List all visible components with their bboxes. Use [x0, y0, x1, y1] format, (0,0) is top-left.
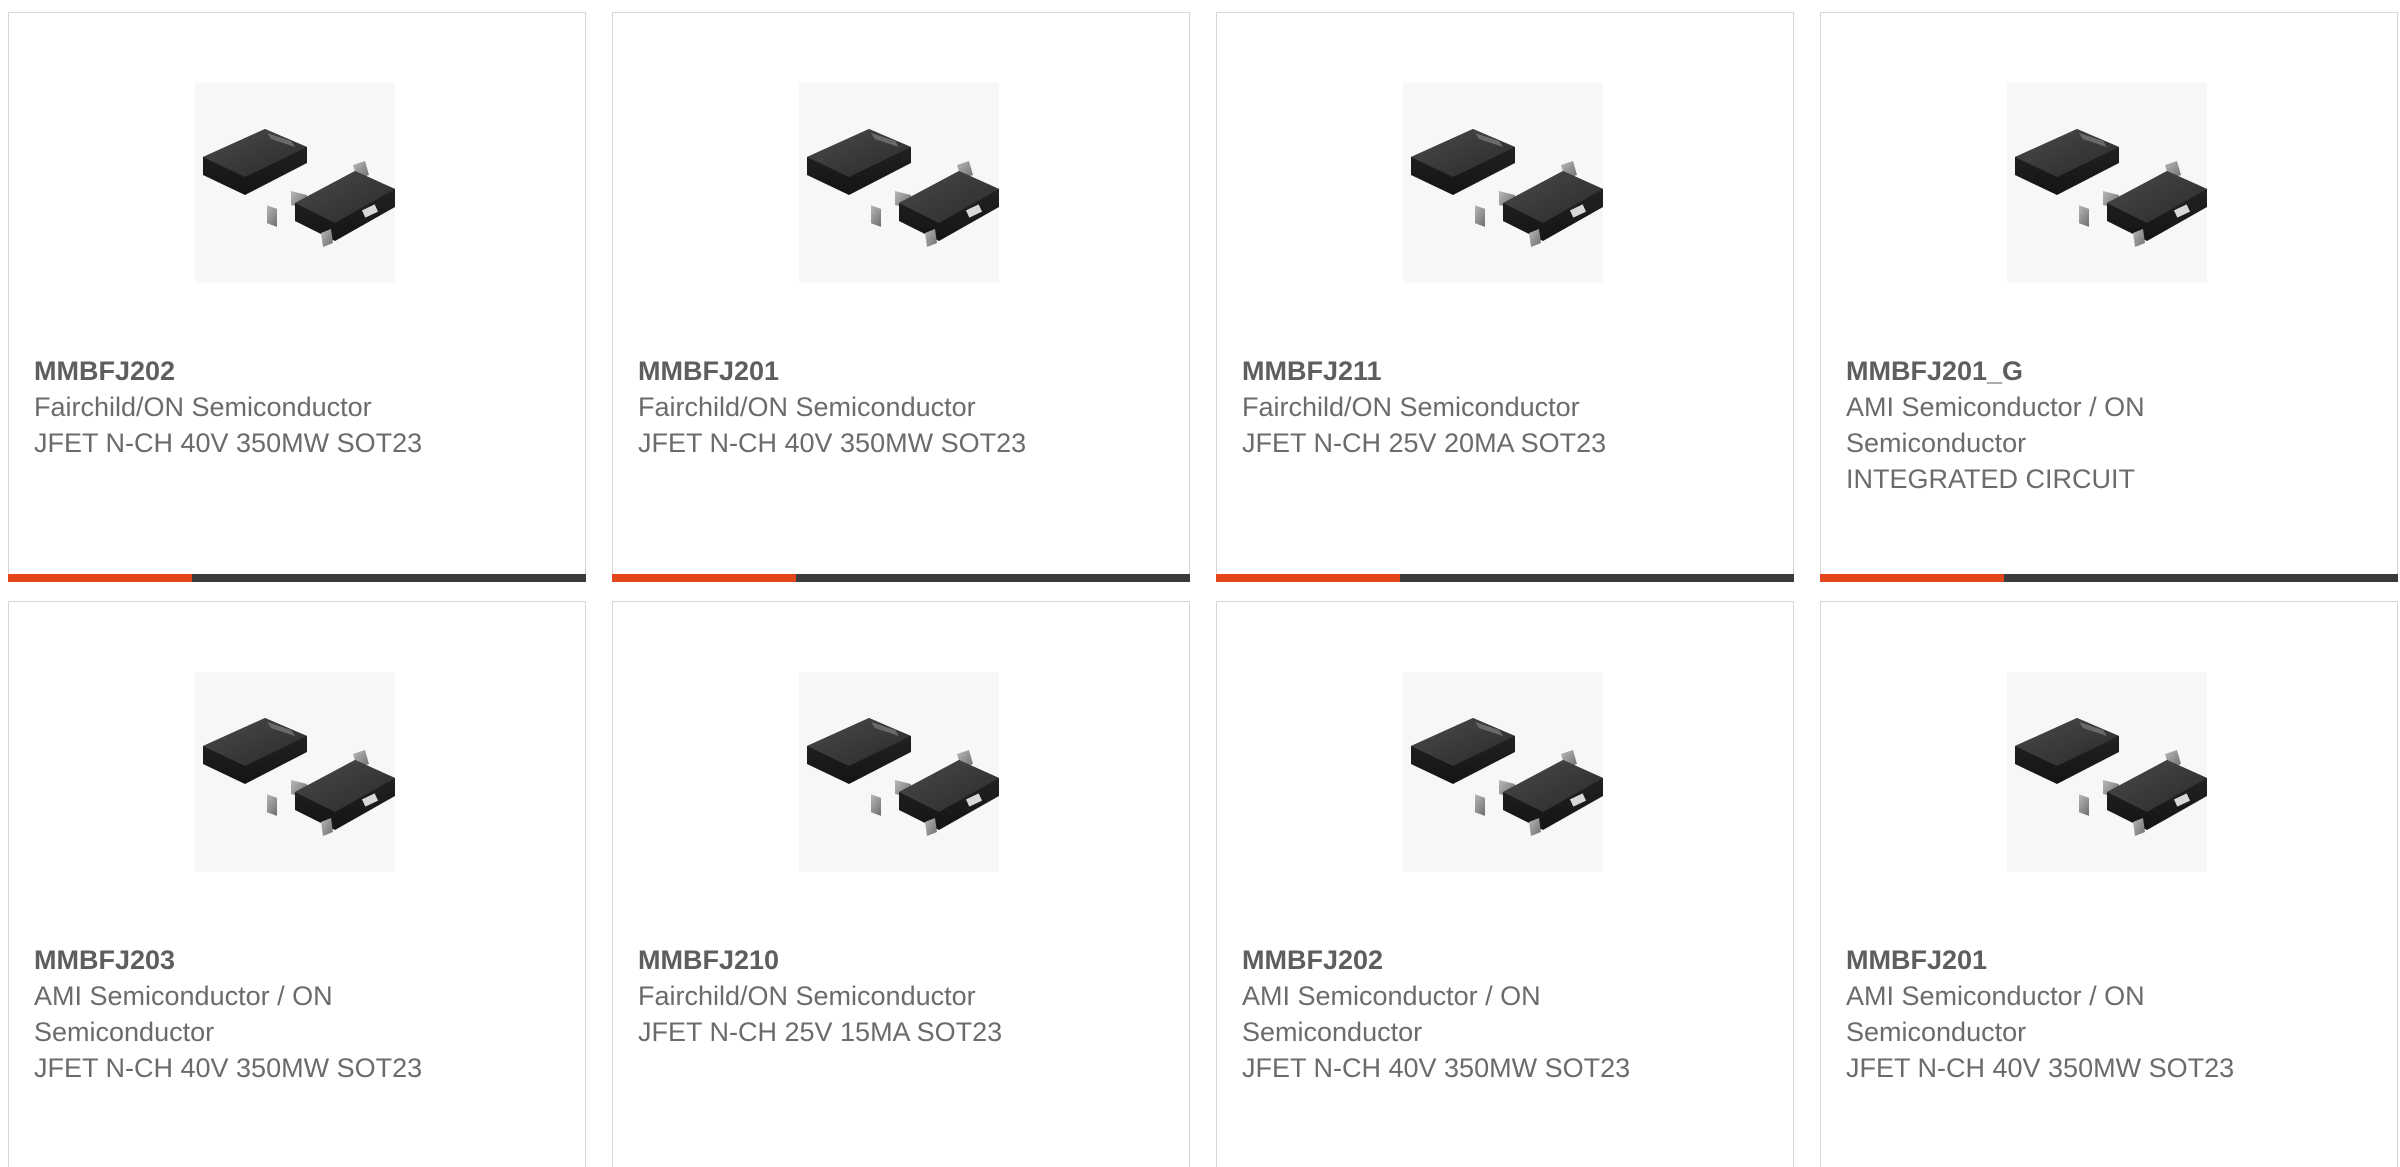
sot23-package-icon-graphic: [807, 129, 999, 247]
product-card[interactable]: MMBFJ203 AMI Semiconductor / ON Semicond…: [8, 601, 586, 1167]
product-card[interactable]: MMBFJ201_G AMI Semiconductor / ON Semico…: [1820, 12, 2398, 582]
sot23-package-icon-graphic: [2015, 129, 2207, 247]
card-accent-bar: [1820, 574, 2004, 582]
sot23-package-icon-graphic: [203, 129, 395, 247]
description: JFET N-CH 40V 350MW SOT23: [1242, 1053, 1631, 1083]
product-info: MMBFJ203 AMI Semiconductor / ON Semicond…: [34, 942, 454, 1086]
card-bottom-bar: [8, 574, 586, 582]
manufacturer: Fairchild/ON Semiconductor: [638, 392, 976, 422]
sot23-package-icon: [2007, 672, 2207, 872]
manufacturer: Fairchild/ON Semiconductor: [1242, 392, 1580, 422]
part-number[interactable]: MMBFJ202: [34, 353, 454, 389]
sot23-package-icon-graphic: [2015, 718, 2207, 836]
manufacturer: Fairchild/ON Semiconductor: [34, 392, 372, 422]
product-info: MMBFJ201 Fairchild/ON Semiconductor JFET…: [638, 353, 1058, 461]
description: INTEGRATED CIRCUIT: [1846, 464, 2135, 494]
part-number[interactable]: MMBFJ201: [638, 353, 1058, 389]
sot23-package-icon-graphic: [1411, 129, 1603, 247]
card-accent-bar: [8, 574, 192, 582]
sot23-package-icon-graphic: [203, 718, 395, 836]
card-accent-bar: [612, 574, 796, 582]
part-number[interactable]: MMBFJ202: [1242, 942, 1662, 978]
product-card[interactable]: MMBFJ210 Fairchild/ON Semiconductor JFET…: [612, 601, 1190, 1167]
product-card[interactable]: MMBFJ201 AMI Semiconductor / ON Semicond…: [1820, 601, 2398, 1167]
manufacturer: AMI Semiconductor / ON Semiconductor: [1242, 981, 1541, 1047]
manufacturer: AMI Semiconductor / ON Semiconductor: [1846, 981, 2145, 1047]
sot23-package-icon-graphic: [1411, 718, 1603, 836]
product-card[interactable]: MMBFJ202 AMI Semiconductor / ON Semicond…: [1216, 601, 1794, 1167]
manufacturer: AMI Semiconductor / ON Semiconductor: [34, 981, 333, 1047]
product-info: MMBFJ202 Fairchild/ON Semiconductor JFET…: [34, 353, 454, 461]
sot23-package-icon: [1403, 672, 1603, 872]
manufacturer: Fairchild/ON Semiconductor: [638, 981, 976, 1011]
description: JFET N-CH 40V 350MW SOT23: [34, 428, 423, 458]
part-number[interactable]: MMBFJ210: [638, 942, 1058, 978]
part-number[interactable]: MMBFJ201_G: [1846, 353, 2266, 389]
product-card[interactable]: MMBFJ202 Fairchild/ON Semiconductor JFET…: [8, 12, 586, 582]
sot23-package-icon: [1403, 83, 1603, 283]
product-info: MMBFJ201_G AMI Semiconductor / ON Semico…: [1846, 353, 2266, 497]
description: JFET N-CH 40V 350MW SOT23: [1846, 1053, 2235, 1083]
part-number[interactable]: MMBFJ203: [34, 942, 454, 978]
product-info: MMBFJ202 AMI Semiconductor / ON Semicond…: [1242, 942, 1662, 1086]
part-number[interactable]: MMBFJ211: [1242, 353, 1662, 389]
product-info: MMBFJ211 Fairchild/ON Semiconductor JFET…: [1242, 353, 1662, 461]
description: JFET N-CH 40V 350MW SOT23: [34, 1053, 423, 1083]
card-bottom-bar: [1820, 574, 2398, 582]
card-bottom-bar: [612, 574, 1190, 582]
product-card[interactable]: MMBFJ211 Fairchild/ON Semiconductor JFET…: [1216, 12, 1794, 582]
manufacturer: AMI Semiconductor / ON Semiconductor: [1846, 392, 2145, 458]
card-bottom-bar: [1216, 574, 1794, 582]
sot23-package-icon: [195, 83, 395, 283]
sot23-package-icon: [799, 83, 999, 283]
part-number[interactable]: MMBFJ201: [1846, 942, 2266, 978]
description: JFET N-CH 40V 350MW SOT23: [638, 428, 1027, 458]
product-grid: MMBFJ202 Fairchild/ON Semiconductor JFET…: [0, 0, 2400, 1167]
product-card[interactable]: MMBFJ201 Fairchild/ON Semiconductor JFET…: [612, 12, 1190, 582]
description: JFET N-CH 25V 20MA SOT23: [1242, 428, 1607, 458]
sot23-package-icon: [195, 672, 395, 872]
card-accent-bar: [1216, 574, 1400, 582]
sot23-package-icon-graphic: [807, 718, 999, 836]
product-info: MMBFJ210 Fairchild/ON Semiconductor JFET…: [638, 942, 1058, 1050]
product-info: MMBFJ201 AMI Semiconductor / ON Semicond…: [1846, 942, 2266, 1086]
sot23-package-icon: [799, 672, 999, 872]
sot23-package-icon: [2007, 83, 2207, 283]
description: JFET N-CH 25V 15MA SOT23: [638, 1017, 1003, 1047]
